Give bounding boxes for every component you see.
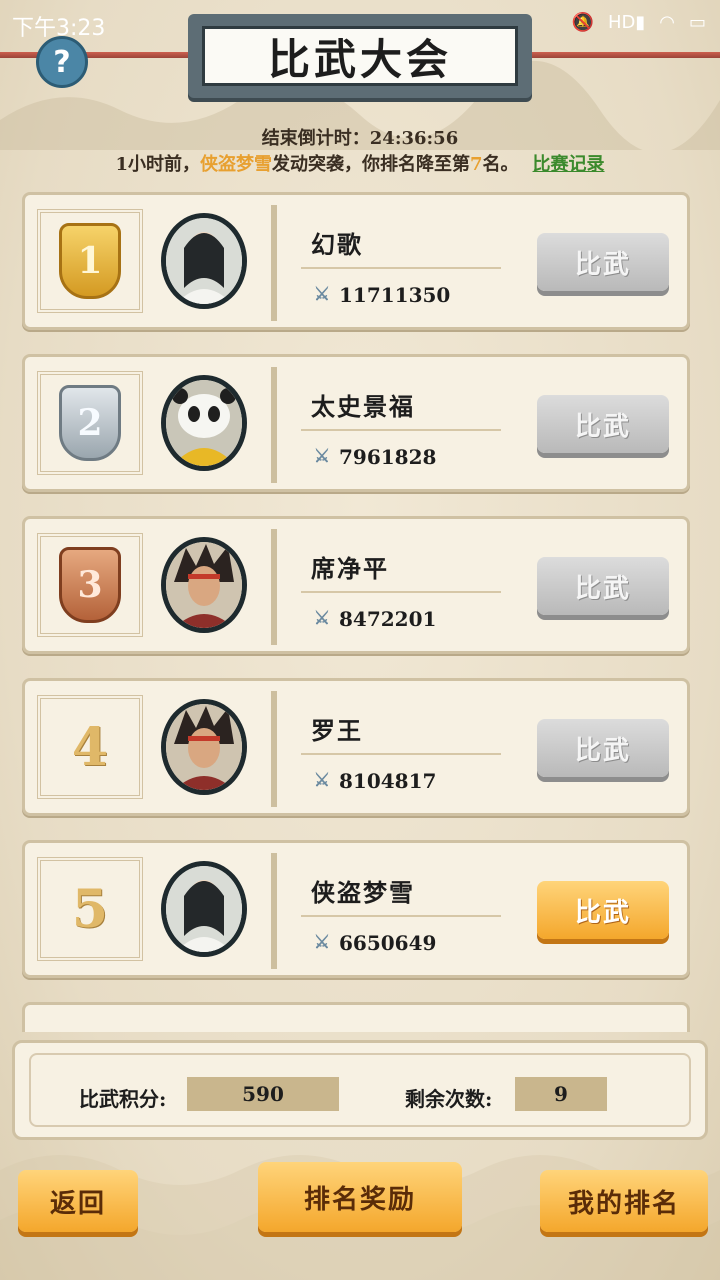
divider <box>301 591 501 593</box>
crossed-swords-icon: ⚔ <box>313 608 331 629</box>
combat-power: ⚔ 11711350 <box>311 283 450 307</box>
rank-box: 4 <box>37 695 143 799</box>
challenge-button[interactable]: 比武 <box>537 233 669 291</box>
player-info: 罗王 ⚔ 8104817 比武 <box>271 691 671 807</box>
combat-power-value: 8472201 <box>339 607 437 631</box>
remaining-label: 剩余次数: <box>405 1087 493 1111</box>
combat-power-value: 8104817 <box>339 769 437 793</box>
divider <box>301 915 501 917</box>
status-icons: 🔕 HD▮ ◠ ▭ <box>572 12 706 33</box>
rank-number: 5 <box>71 878 109 940</box>
gold-medal-icon: 1 <box>59 223 121 299</box>
points-value: 590 <box>187 1077 339 1111</box>
mute-icon: 🔕 <box>571 12 594 33</box>
divider <box>301 753 501 755</box>
countdown-timer: 结束倒计时：24:36:56 <box>261 128 459 149</box>
combat-power-value: 6650649 <box>339 931 437 955</box>
player-info: 席净平 ⚔ 8472201 比武 <box>271 529 671 645</box>
points-label: 比武积分: <box>79 1087 167 1111</box>
notice-suffix: 名。 <box>482 154 519 175</box>
player-name: 侠盗梦雪 <box>311 878 415 907</box>
ranking-card-partial <box>22 1002 690 1032</box>
notice-middle: 发动突袭，你排名降至第 <box>272 154 470 175</box>
challenge-button[interactable]: 比武 <box>537 557 669 615</box>
combat-power: ⚔ 7961828 <box>311 445 437 469</box>
rank-reward-button[interactable]: 排名奖励 <box>258 1162 462 1232</box>
notice-attacker: 侠盗梦雪 <box>200 154 272 175</box>
silver-medal-icon: 2 <box>59 385 121 461</box>
page-title: 比武大会 <box>202 26 518 86</box>
player-name: 幻歌 <box>311 230 363 259</box>
challenge-button[interactable]: 比武 <box>537 881 669 939</box>
challenge-button[interactable]: 比武 <box>537 719 669 777</box>
bronze-medal-icon: 3 <box>59 547 121 623</box>
player-avatar[interactable] <box>161 213 247 309</box>
crossed-swords-icon: ⚔ <box>313 770 331 791</box>
player-avatar[interactable] <box>161 537 247 633</box>
player-info: 太史景福 ⚔ 7961828 比武 <box>271 367 671 483</box>
divider <box>301 267 501 269</box>
my-rank-button[interactable]: 我的排名 <box>540 1170 708 1232</box>
rank-box: 3 <box>37 533 143 637</box>
player-name: 罗王 <box>311 716 363 745</box>
player-name: 太史景福 <box>311 392 415 421</box>
remaining-value: 9 <box>515 1077 607 1111</box>
ranking-card: 1 幻歌 ⚔ 11711350 比武 <box>22 192 690 330</box>
rank-box: 5 <box>37 857 143 961</box>
ranking-card: 3 席净平 ⚔ 8472201 比武 <box>22 516 690 654</box>
battery-icon: ▭ <box>688 12 706 33</box>
player-avatar[interactable] <box>161 861 247 957</box>
ranking-list[interactable]: 1 幻歌 ⚔ 11711350 比武 2 太史景福 ⚔ 7961828 比武 3 <box>22 192 692 1032</box>
crossed-swords-icon: ⚔ <box>313 284 331 305</box>
ranking-card: 2 太史景福 ⚔ 7961828 比武 <box>22 354 690 492</box>
player-info: 幻歌 ⚔ 11711350 比武 <box>271 205 671 321</box>
combat-power: ⚔ 6650649 <box>311 931 437 955</box>
summary-inner: 比武积分: 590 剩余次数: 9 <box>29 1053 691 1127</box>
match-record-link[interactable]: 比赛记录 <box>533 154 605 175</box>
title-plaque: 比武大会 <box>188 14 532 98</box>
combat-power: ⚔ 8104817 <box>311 769 437 793</box>
ranking-card: 5 侠盗梦雪 ⚔ 6650649 比武 <box>22 840 690 978</box>
notice-rank: 7 <box>470 154 483 175</box>
help-button[interactable]: ? <box>36 36 88 88</box>
notice-prefix: 1小时前， <box>115 154 200 175</box>
combat-power-value: 11711350 <box>339 283 451 307</box>
rank-box: 2 <box>37 371 143 475</box>
crossed-swords-icon: ⚔ <box>313 932 331 953</box>
signal-icon: HD▮ <box>607 12 646 33</box>
player-name: 席净平 <box>311 554 389 583</box>
player-info: 侠盗梦雪 ⚔ 6650649 比武 <box>271 853 671 969</box>
back-button[interactable]: 返回 <box>18 1170 138 1232</box>
challenge-button[interactable]: 比武 <box>537 395 669 453</box>
divider <box>301 429 501 431</box>
player-avatar[interactable] <box>161 375 247 471</box>
rank-number: 4 <box>71 716 109 778</box>
summary-panel: 比武积分: 590 剩余次数: 9 <box>12 1040 708 1140</box>
wifi-icon: ◠ <box>659 12 675 33</box>
notice-text: 1小时前，侠盗梦雪发动突袭，你排名降至第7名。 比赛记录 <box>0 150 720 176</box>
rank-box: 1 <box>37 209 143 313</box>
combat-power-value: 7961828 <box>339 445 437 469</box>
crossed-swords-icon: ⚔ <box>313 446 331 467</box>
combat-power: ⚔ 8472201 <box>311 607 437 631</box>
player-avatar[interactable] <box>161 699 247 795</box>
ranking-card: 4 罗王 ⚔ 8104817 比武 <box>22 678 690 816</box>
